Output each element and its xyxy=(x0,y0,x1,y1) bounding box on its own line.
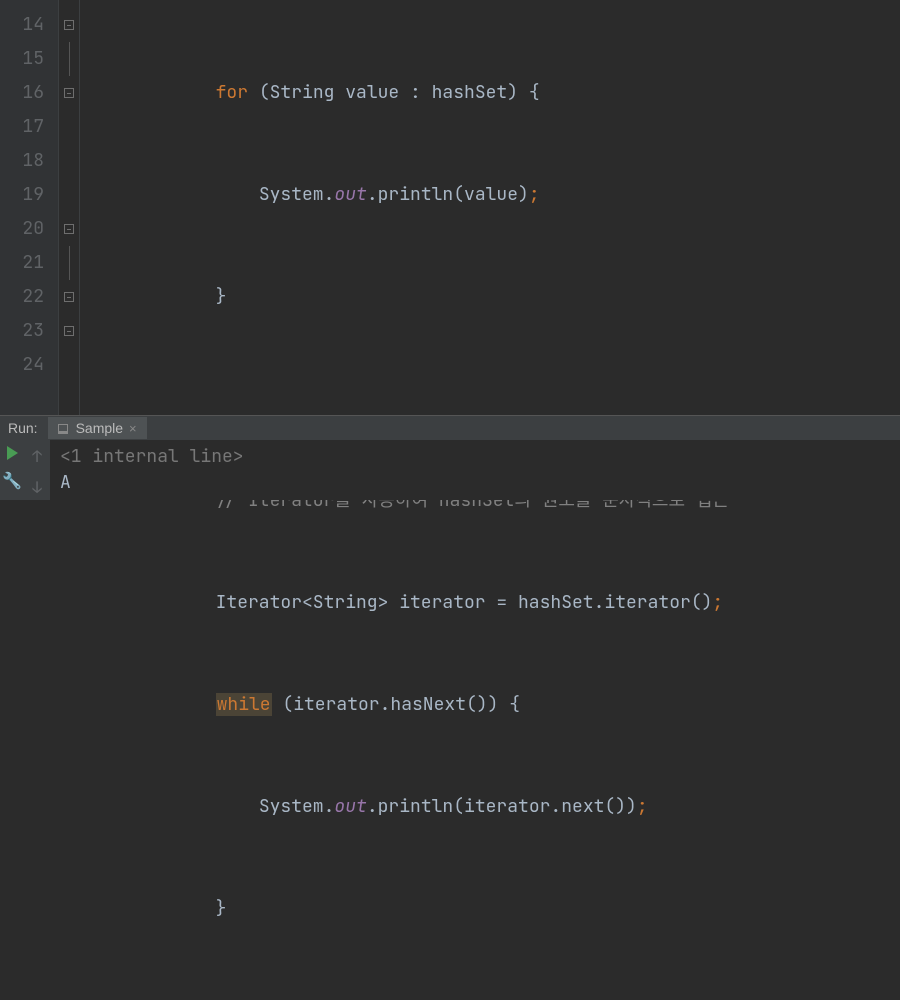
code-area[interactable]: for (String value : hashSet) { System.ou… xyxy=(80,0,900,415)
code-text: (String value : hashSet) { xyxy=(248,81,540,104)
run-header: Run: Sample × xyxy=(0,416,900,440)
code-line[interactable]: while (iterator.hasNext()) { xyxy=(86,688,900,722)
indent xyxy=(86,693,216,716)
indent xyxy=(86,999,172,1000)
code-text: System. xyxy=(259,183,335,206)
code-line[interactable]: } xyxy=(86,994,900,1000)
code-line[interactable]: } xyxy=(86,892,900,926)
fold-guide xyxy=(69,42,70,76)
code-text: Iterator<String> iterator = hashSet.iter… xyxy=(216,591,713,614)
code-text: .println(value) xyxy=(367,183,529,206)
run-play-icon[interactable] xyxy=(7,446,18,460)
indent xyxy=(86,285,216,308)
run-label: Run: xyxy=(8,420,38,436)
keyword-while-highlighted: while xyxy=(216,693,272,716)
console-output[interactable]: <1 internal line> A xyxy=(50,440,900,500)
line-number: 18 xyxy=(0,144,44,178)
run-tab-name: Sample xyxy=(76,420,123,436)
fold-toggle-icon[interactable] xyxy=(64,20,74,30)
code-line[interactable] xyxy=(86,382,900,416)
code-line[interactable]: for (String value : hashSet) { xyxy=(86,76,900,110)
brace: } xyxy=(216,897,227,920)
line-number: 14 xyxy=(0,8,44,42)
tab-app-icon xyxy=(58,424,68,434)
line-number: 22 xyxy=(0,280,44,314)
run-toolbar-secondary: ↑ ↓ xyxy=(24,440,50,500)
run-tool-window: Run: Sample × 🔧 ↑ ↓ <1 internal line> A xyxy=(0,415,900,500)
code-line[interactable]: System.out.println(value); xyxy=(86,178,900,212)
indent xyxy=(86,81,216,104)
line-number: 16 xyxy=(0,76,44,110)
semicolon: ; xyxy=(712,591,723,614)
indent xyxy=(86,897,216,920)
semicolon: ; xyxy=(637,795,648,818)
line-number: 17 xyxy=(0,110,44,144)
keyword-for: for xyxy=(216,81,248,104)
arrow-down-icon[interactable]: ↓ xyxy=(32,477,42,498)
fold-toggle-icon[interactable] xyxy=(64,88,74,98)
static-field: out xyxy=(334,795,366,818)
fold-guide xyxy=(69,246,70,280)
fold-gutter xyxy=(58,0,80,415)
code-line[interactable]: System.out.println(iterator.next()); xyxy=(86,790,900,824)
code-text: (iterator.hasNext()) { xyxy=(272,693,520,716)
arrow-up-icon[interactable]: ↑ xyxy=(32,446,42,467)
run-config-tab[interactable]: Sample × xyxy=(48,417,147,439)
static-field: out xyxy=(334,183,366,206)
indent xyxy=(86,795,259,818)
line-number: 19 xyxy=(0,178,44,212)
run-toolbar-primary: 🔧 xyxy=(0,440,24,500)
brace: } xyxy=(216,285,227,308)
fold-toggle-icon[interactable] xyxy=(64,224,74,234)
internal-line-marker: <1 internal line> xyxy=(60,444,890,470)
run-body: 🔧 ↑ ↓ <1 internal line> A xyxy=(0,440,900,500)
indent xyxy=(86,183,259,206)
line-number: 20 xyxy=(0,212,44,246)
fold-toggle-icon[interactable] xyxy=(64,292,74,302)
line-number: 24 xyxy=(0,348,44,382)
line-number: 21 xyxy=(0,246,44,280)
code-editor[interactable]: 14 15 16 17 18 19 20 21 22 23 24 for (St… xyxy=(0,0,900,415)
code-text: System. xyxy=(259,795,335,818)
code-line[interactable]: Iterator<String> iterator = hashSet.iter… xyxy=(86,586,900,620)
indent xyxy=(86,591,216,614)
code-text: .println(iterator.next()) xyxy=(367,795,637,818)
line-number: 23 xyxy=(0,314,44,348)
wrench-icon[interactable]: 🔧 xyxy=(2,470,22,491)
fold-toggle-icon[interactable] xyxy=(64,326,74,336)
console-line: A xyxy=(60,470,890,496)
brace: } xyxy=(172,999,183,1000)
line-number: 15 xyxy=(0,42,44,76)
semicolon: ; xyxy=(529,183,540,206)
close-icon[interactable]: × xyxy=(129,421,137,436)
line-number-gutter: 14 15 16 17 18 19 20 21 22 23 24 xyxy=(0,0,58,415)
code-line[interactable]: } xyxy=(86,280,900,314)
